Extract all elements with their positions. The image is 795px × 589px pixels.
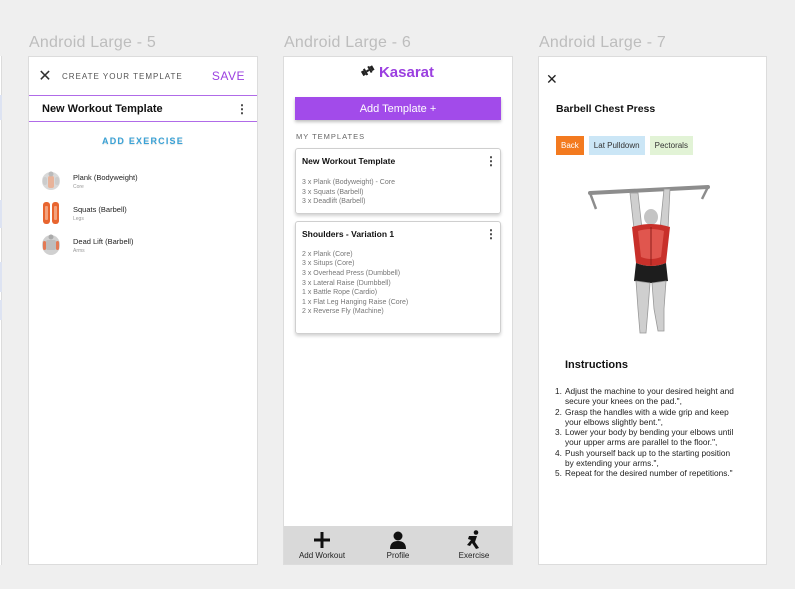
- nav-profile[interactable]: Profile: [363, 530, 433, 560]
- app-logo: Kasarat: [284, 57, 512, 87]
- add-template-button[interactable]: Add Template +: [295, 97, 501, 120]
- exercise-category: Legs: [73, 215, 84, 222]
- instruction-text: Adjust the machine to your desired heigh…: [565, 386, 734, 407]
- dumbbell-icon: [359, 62, 378, 82]
- exercise-list: Plank (Bodyweight) Core Squats (Barbell)…: [29, 165, 257, 261]
- instruction-step: 4. Push yourself back up to the starting …: [555, 447, 731, 469]
- instruction-step: 5. Repeat for the desired number of repet…: [555, 468, 733, 479]
- nav-label: Exercise: [458, 551, 490, 560]
- template-exercise-line: 3 x Lateral Raise (Dumbbell): [302, 279, 391, 287]
- instruction-text: Lower your body by bending your elbows u…: [565, 427, 734, 448]
- list-item[interactable]: Squats (Barbell) Legs: [40, 197, 257, 229]
- tag-back[interactable]: Back: [556, 136, 584, 155]
- plank-exercise-icon: [42, 171, 60, 190]
- close-icon[interactable]: ✕: [37, 66, 53, 86]
- deadlift-exercise-icon: [42, 234, 60, 255]
- previous-frame-mark: [0, 262, 2, 292]
- instruction-step: 1. Adjust the machine to your desired hei…: [555, 386, 734, 407]
- template-exercise-line: 3 x Plank (Bodyweight) - Core: [302, 179, 395, 186]
- template-exercise-line: 3 x Overhead Press (Dumbbell): [302, 269, 401, 277]
- bottom-navigation: Add Workout Profile Exercise: [284, 526, 512, 564]
- tag-lat-pulldown[interactable]: Lat Pulldown: [588, 136, 645, 155]
- frame-label-6: Android Large - 6: [284, 34, 412, 51]
- frame-label-7: Android Large - 7: [539, 34, 667, 51]
- nav-label: Profile: [386, 551, 410, 560]
- nav-exercise[interactable]: Exercise: [439, 530, 509, 560]
- exercise-detail-screen: ✕ Barbell Chest Press Back Lat Pulldown …: [538, 56, 767, 565]
- previous-frame-mark: [0, 200, 2, 228]
- previous-frame-mark: [0, 300, 2, 320]
- template-exercise-line: 3 x Situps (Core): [302, 260, 355, 268]
- plus-icon: [313, 530, 331, 550]
- create-template-header: ✕ CREATE YOUR TEMPLATE SAVE: [29, 57, 257, 96]
- tag-pectorals[interactable]: Pectorals: [649, 136, 693, 155]
- list-item[interactable]: Dead Lift (Barbell) Arms: [40, 229, 257, 261]
- instruction-step: 2. Grasp the handles with a wide grip and…: [555, 406, 729, 427]
- exercise-name: Plank (Bodyweight): [73, 172, 138, 182]
- close-icon[interactable]: ✕: [546, 71, 558, 88]
- template-card[interactable]: Shoulders - Variation 1 ⋮ 2 x Plank (Cor…: [295, 220, 501, 334]
- instruction-step: 3. Lower your body by bending your elbows…: [555, 427, 734, 448]
- instruction-text: Push yourself back up to the starting po…: [565, 447, 731, 469]
- template-title: New Workout Template: [302, 156, 396, 166]
- exercise-category: Arms: [73, 247, 85, 254]
- create-template-screen: ✕ CREATE YOUR TEMPLATE SAVE New Workout …: [28, 56, 258, 565]
- template-name[interactable]: New Workout Template: [42, 103, 236, 115]
- template-exercise-line: 3 x Squats (Barbell): [302, 188, 364, 196]
- templates-screen: Kasarat Add Template + MY TEMPLATES New …: [283, 56, 513, 565]
- template-title: Shoulders - Variation 1: [302, 228, 395, 239]
- exercise-illustration: [588, 185, 710, 334]
- exercise-name: Dead Lift (Barbell): [73, 236, 134, 246]
- instructions-heading: Instructions: [565, 359, 628, 371]
- create-template-title: CREATE YOUR TEMPLATE: [62, 71, 183, 81]
- nav-add-workout[interactable]: Add Workout: [287, 530, 357, 560]
- muscle-tags: Back Lat Pulldown Pectorals: [556, 136, 693, 155]
- instruction-text: Grasp the handles with a wide grip and k…: [565, 406, 729, 427]
- template-name-field[interactable]: New Workout Template ⋮: [29, 96, 257, 122]
- add-exercise-button[interactable]: ADD EXERCISE: [29, 136, 257, 146]
- nav-label: Add Workout: [298, 551, 346, 560]
- exercise-title: Barbell Chest Press: [556, 103, 656, 115]
- exercise-name: Squats (Barbell): [73, 204, 127, 214]
- person-icon: [389, 530, 407, 550]
- app-name: Kasarat: [378, 63, 435, 81]
- template-exercise-line: 2 x Plank (Core): [302, 250, 353, 258]
- template-exercise-line: 1 x Battle Rope (Cardio): [302, 289, 378, 297]
- my-templates-heading: MY TEMPLATES: [296, 132, 366, 141]
- more-options-icon[interactable]: ⋮: [236, 103, 248, 115]
- template-card[interactable]: New Workout Template ⋮ 3 x Plank (Bodywe…: [295, 148, 501, 214]
- template-exercise-line: 2 x Reverse Fly (Machine): [302, 308, 384, 316]
- squats-exercise-icon: [43, 202, 59, 224]
- exercise-category: Core: [73, 183, 84, 190]
- save-button[interactable]: SAVE: [212, 69, 245, 83]
- previous-frame-mark: [0, 95, 2, 120]
- instruction-text: Repeat for the desired number of repetit…: [565, 468, 733, 479]
- more-options-icon[interactable]: ⋮: [485, 155, 497, 167]
- template-exercise-line: 1 x Flat Leg Hanging Raise (Core): [302, 298, 409, 306]
- frame-label-5: Android Large - 5: [29, 34, 157, 51]
- list-item[interactable]: Plank (Bodyweight) Core: [40, 165, 257, 197]
- more-options-icon[interactable]: ⋮: [485, 228, 497, 240]
- instructions-list: 1. Adjust the machine to your desired hei…: [555, 386, 740, 479]
- template-exercise-line: 3 x Deadlift (Barbell): [302, 198, 366, 206]
- exercise-icon: [465, 530, 483, 550]
